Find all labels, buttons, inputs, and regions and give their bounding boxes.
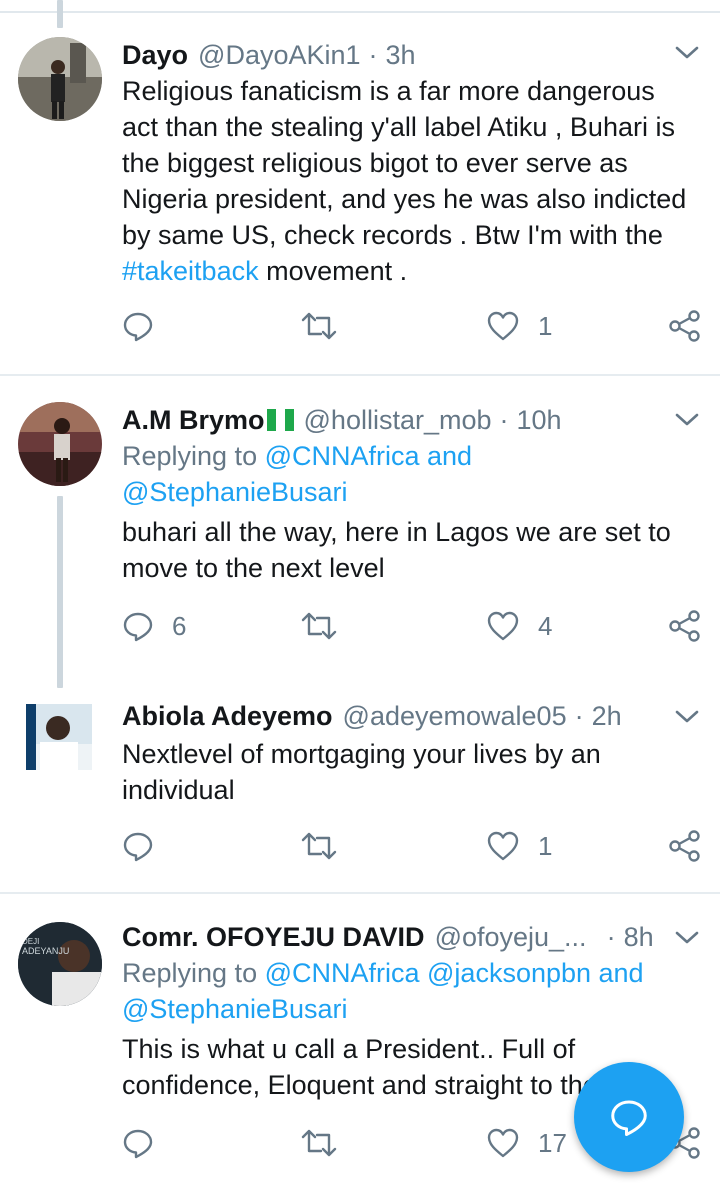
like-button[interactable]: 17 xyxy=(486,1123,567,1163)
retweet-icon xyxy=(301,1129,337,1157)
heart-icon xyxy=(487,311,519,341)
nigeria-flag-icon xyxy=(266,409,294,431)
reply-button[interactable] xyxy=(122,1123,172,1163)
share-icon xyxy=(669,310,700,342)
share-button[interactable] xyxy=(668,606,702,646)
heart-icon xyxy=(487,831,519,861)
like-count: 1 xyxy=(538,830,553,861)
replying-to-link[interactable]: @CNNAfrica @jacksonpbn and xyxy=(265,958,644,988)
tweet-text-line: Nigeria president, and yes he was also i… xyxy=(122,184,687,214)
reply-count: 6 xyxy=(172,610,187,641)
hashtag-link[interactable]: #takeitback xyxy=(122,256,259,286)
author-handle[interactable]: @adeyemowale05 xyxy=(343,701,567,732)
retweet-icon xyxy=(301,612,337,640)
chevron-down-icon[interactable] xyxy=(674,412,700,428)
retweet-icon xyxy=(301,832,337,860)
tweet-text-line: buhari all the way, here in Lagos we are… xyxy=(122,517,671,547)
share-icon xyxy=(669,610,700,642)
avatar[interactable] xyxy=(18,37,102,121)
tweet-text-line: #takeitback movement . xyxy=(122,253,704,289)
retweet-button[interactable] xyxy=(300,606,356,646)
author-handle[interactable]: @DayoAKin1 xyxy=(198,40,361,71)
like-count: 1 xyxy=(538,310,553,341)
like-button[interactable]: 1 xyxy=(486,306,552,346)
author-name[interactable]: A.M Brymo xyxy=(122,405,265,436)
avatar[interactable]: DEJI ADEYANJU xyxy=(18,922,102,1006)
retweet-icon xyxy=(301,312,337,340)
author-handle[interactable]: @ofoyeju_... xyxy=(435,922,587,953)
separator-dot: · xyxy=(499,404,509,435)
thread-line-reply xyxy=(57,496,63,688)
reply-icon xyxy=(123,612,153,642)
tweet-abiola[interactable]: Abiola Adeyemo @adeyemowale05 · 2h Nextl… xyxy=(0,688,720,894)
like-button[interactable]: 1 xyxy=(486,826,552,866)
share-button[interactable] xyxy=(668,306,702,346)
tweet-text-line: individual xyxy=(122,775,235,805)
tweet-text-tail: movement . xyxy=(258,256,408,286)
chevron-down-icon[interactable] xyxy=(674,45,700,61)
chevron-down-icon[interactable] xyxy=(674,930,700,946)
like-count: 4 xyxy=(538,610,553,641)
reply-icon xyxy=(123,832,153,862)
avatar[interactable] xyxy=(18,402,102,486)
separator-dot: · xyxy=(606,921,616,952)
top-divider xyxy=(0,0,720,13)
retweet-button[interactable] xyxy=(300,826,356,866)
tweet-text-line: This is what u call a President.. Full o… xyxy=(122,1034,576,1064)
heart-icon xyxy=(487,611,519,641)
timestamp: 8h xyxy=(623,921,654,952)
author-name[interactable]: Comr. OFOYEJU DAVID xyxy=(122,922,425,953)
chevron-down-icon[interactable] xyxy=(674,709,700,725)
compose-reply-button[interactable] xyxy=(574,1062,684,1172)
avatar[interactable] xyxy=(26,704,92,770)
separator-dot: · xyxy=(368,39,378,70)
replying-to-label: Replying to xyxy=(122,441,265,471)
heart-icon xyxy=(487,1128,519,1158)
replying-to-link[interactable]: @StephanieBusari xyxy=(122,477,348,507)
tweet-text: Nextlevel of mortgaging your lives by an… xyxy=(122,736,704,808)
replying-to: Replying to @CNNAfrica @jacksonpbn and @… xyxy=(122,955,704,1027)
share-button[interactable] xyxy=(668,826,702,866)
avatar-text: DEJI xyxy=(22,937,39,946)
author-name[interactable]: Dayo xyxy=(122,40,188,71)
replying-to-link[interactable]: @StephanieBusari xyxy=(122,994,348,1024)
retweet-button[interactable] xyxy=(300,306,356,346)
reply-button[interactable] xyxy=(122,306,172,346)
tweet-text-line: by same US, check records . Btw I'm with… xyxy=(122,220,663,250)
replying-to-label: Replying to xyxy=(122,958,265,988)
tweet-text: buhari all the way, here in Lagos we are… xyxy=(122,514,704,586)
reply-icon xyxy=(123,312,153,342)
reply-bubble-icon xyxy=(611,1100,647,1136)
timestamp: 2h xyxy=(591,700,622,731)
retweet-button[interactable] xyxy=(300,1123,356,1163)
share-icon xyxy=(669,830,700,862)
tweet-text-line: Religious fanaticism is a far more dange… xyxy=(122,76,655,106)
tweet-text-line: act than the stealing y'all label Atiku … xyxy=(122,112,675,142)
timestamp: 10h xyxy=(516,404,562,435)
tweet-text: Religious fanaticism is a far more dange… xyxy=(122,73,704,289)
tweet-dayo[interactable]: Dayo @DayoAKin1 · 3h Religious fanaticis… xyxy=(0,15,720,376)
separator-dot: · xyxy=(574,700,584,731)
tweet-text-line: Nextlevel of mortgaging your lives by an xyxy=(122,739,601,769)
author-name[interactable]: Abiola Adeyemo xyxy=(122,701,333,732)
author-handle[interactable]: @hollistar_mob xyxy=(304,405,492,436)
avatar-text: ADEYANJU xyxy=(22,946,69,956)
timestamp: 3h xyxy=(385,39,416,70)
reply-button[interactable] xyxy=(122,826,172,866)
like-button[interactable]: 4 xyxy=(486,606,552,646)
replying-to-link[interactable]: @CNNAfrica and xyxy=(265,441,472,471)
tweet-text-line: move to the next level xyxy=(122,553,385,583)
reply-button[interactable]: 6 xyxy=(122,606,186,646)
like-count: 17 xyxy=(538,1127,567,1158)
tweet-text-line: the biggest religious bigot to ever serv… xyxy=(122,148,628,178)
reply-icon xyxy=(123,1129,153,1159)
replying-to: Replying to @CNNAfrica and @StephanieBus… xyxy=(122,438,704,510)
